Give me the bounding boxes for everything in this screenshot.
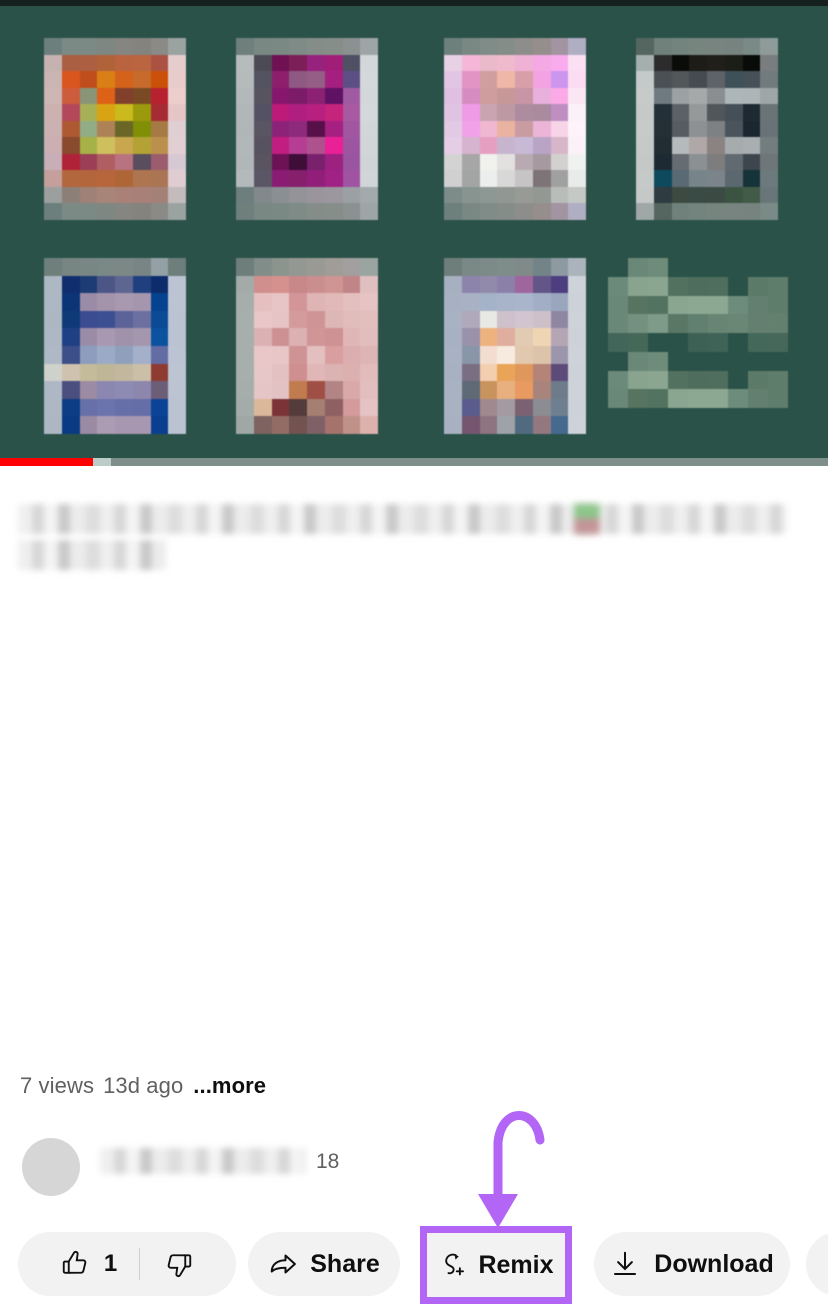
- thumbnail-5: [44, 258, 186, 434]
- video-canvas[interactable]: [0, 6, 828, 458]
- video-title-accent: [574, 504, 600, 534]
- remix-button[interactable]: Remix: [427, 1233, 565, 1297]
- thumbnail-8-text: [608, 258, 808, 408]
- video-title[interactable]: [18, 504, 808, 570]
- video-metadata: 7 views 13d ago ...more 18 1 Share Downl…: [0, 466, 828, 1304]
- thumbnail-7: [444, 258, 586, 434]
- remix-icon: [438, 1250, 468, 1280]
- dislike-button[interactable]: [140, 1249, 194, 1279]
- view-count: 7 views: [20, 1073, 95, 1098]
- overflow-menu-button[interactable]: [806, 1232, 828, 1296]
- share-button[interactable]: Share: [248, 1232, 400, 1296]
- channel-row[interactable]: 18: [0, 1136, 828, 1198]
- share-arrow-icon: [268, 1249, 298, 1279]
- download-label: Download: [654, 1249, 774, 1278]
- more-button[interactable]: ...more: [193, 1073, 266, 1098]
- progress-track[interactable]: [0, 458, 828, 466]
- progress-bar[interactable]: [0, 458, 828, 466]
- channel-name[interactable]: [100, 1148, 305, 1174]
- thumbnail-6: [236, 258, 378, 434]
- share-label: Share: [310, 1249, 380, 1278]
- thumbnail-3: [444, 38, 586, 220]
- avatar[interactable]: [22, 1138, 80, 1196]
- action-bar: 1 Share Download: [0, 1232, 828, 1298]
- like-button[interactable]: 1: [60, 1249, 139, 1279]
- video-stats-line[interactable]: 7 views 13d ago ...more: [20, 1073, 266, 1099]
- publish-date: 13d ago: [103, 1073, 184, 1098]
- like-count: 1: [103, 1250, 118, 1277]
- thumbnail-4: [636, 38, 778, 220]
- video-player[interactable]: [0, 0, 828, 466]
- thumbnail-2: [236, 38, 378, 220]
- video-title-line-1: [18, 504, 788, 534]
- remix-highlight-box: Remix: [420, 1226, 572, 1304]
- download-arrow-icon: [610, 1249, 640, 1279]
- thumbnail-grid: [0, 6, 828, 458]
- download-button[interactable]: Download: [594, 1232, 790, 1296]
- thumbnail-1: [44, 38, 186, 220]
- subscriber-count: 18: [316, 1150, 340, 1173]
- like-dislike-group: 1: [18, 1232, 236, 1296]
- thumbs-down-icon: [164, 1249, 194, 1279]
- progress-played: [0, 458, 93, 466]
- video-title-line-2: [18, 540, 166, 570]
- thumbs-up-icon: [60, 1249, 90, 1279]
- remix-label: Remix: [478, 1250, 554, 1279]
